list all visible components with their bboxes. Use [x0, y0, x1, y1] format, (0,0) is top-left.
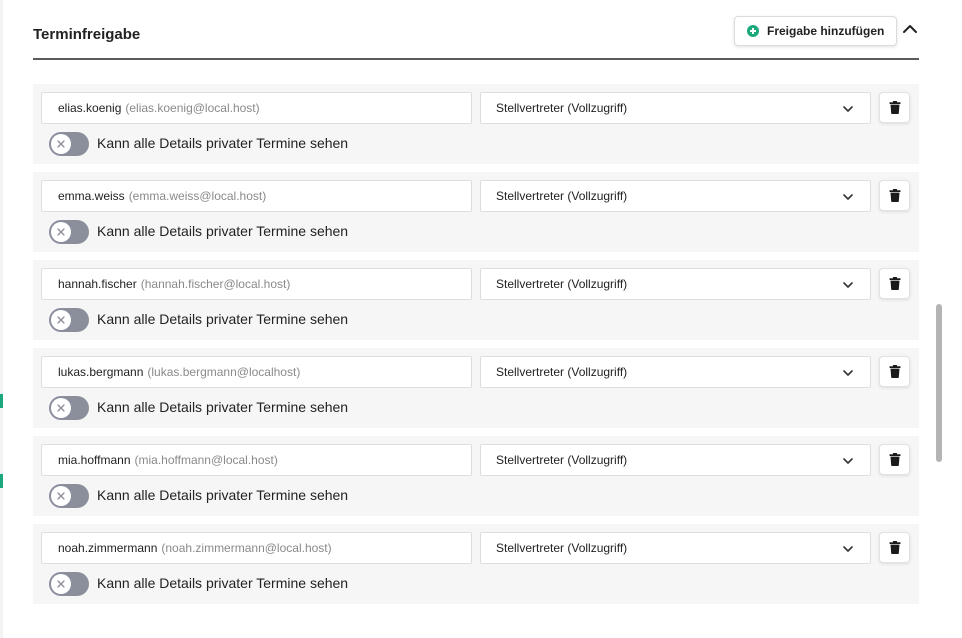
role-select[interactable]: Stellvertreter (Vollzugriff) — [480, 444, 871, 476]
chevron-down-icon — [843, 546, 853, 552]
delete-share-button[interactable] — [879, 356, 910, 387]
user-field[interactable]: emma.weiss (emma.weiss@local.host) — [41, 180, 472, 212]
role-select[interactable]: Stellvertreter (Vollzugriff) — [480, 180, 871, 212]
role-select-value: Stellvertreter (Vollzugriff) — [496, 453, 628, 467]
toggle-knob — [51, 134, 71, 154]
toggle-knob — [51, 222, 71, 242]
plus-circle-icon — [747, 25, 759, 37]
private-details-toggle[interactable] — [49, 484, 89, 508]
private-details-label: Kann alle Details privater Termine sehen — [97, 223, 349, 239]
share-row: noah.zimmermann (noah.zimmermann@local.h… — [33, 524, 919, 604]
user-name: hannah.fischer — [58, 277, 137, 291]
share-row: lukas.bergmann (lukas.bergmann@localhost… — [33, 348, 919, 428]
chevron-down-icon — [843, 370, 853, 376]
private-details-toggle[interactable] — [49, 396, 89, 420]
private-details-label: Kann alle Details privater Termine sehen — [97, 575, 349, 591]
background-panel-edge — [0, 0, 3, 638]
role-select[interactable]: Stellvertreter (Vollzugriff) — [480, 268, 871, 300]
x-icon — [57, 228, 65, 236]
private-details-toggle[interactable] — [49, 572, 89, 596]
delete-share-button[interactable] — [879, 180, 910, 211]
toggle-knob — [51, 574, 71, 594]
trash-icon — [889, 277, 900, 290]
role-select-value: Stellvertreter (Vollzugriff) — [496, 541, 628, 555]
role-select[interactable]: Stellvertreter (Vollzugriff) — [480, 92, 871, 124]
role-select-value: Stellvertreter (Vollzugriff) — [496, 189, 628, 203]
add-share-button[interactable]: Freigabe hinzufügen — [734, 16, 898, 46]
role-select[interactable]: Stellvertreter (Vollzugriff) — [480, 532, 871, 564]
user-email: (lukas.bergmann@localhost) — [147, 365, 301, 379]
collapse-section-button[interactable] — [899, 18, 921, 40]
background-accent-mark — [0, 474, 3, 488]
user-name: lukas.bergmann — [58, 365, 144, 379]
delete-share-button[interactable] — [879, 444, 910, 475]
private-details-label: Kann alle Details privater Termine sehen — [97, 487, 349, 503]
user-field[interactable]: elias.koenig (elias.koenig@local.host) — [41, 92, 472, 124]
trash-icon — [889, 101, 900, 114]
role-select-value: Stellvertreter (Vollzugriff) — [496, 101, 628, 115]
x-icon — [57, 316, 65, 324]
toggle-knob — [51, 310, 71, 330]
x-icon — [57, 140, 65, 148]
toggle-knob — [51, 486, 71, 506]
trash-icon — [889, 453, 900, 466]
chevron-down-icon — [843, 194, 853, 200]
private-details-toggle[interactable] — [49, 308, 89, 332]
role-select[interactable]: Stellvertreter (Vollzugriff) — [480, 356, 871, 388]
toggle-knob — [51, 398, 71, 418]
user-field[interactable]: noah.zimmermann (noah.zimmermann@local.h… — [41, 532, 472, 564]
section-header: Terminfreigabe Freigabe hinzufügen — [33, 14, 919, 60]
role-select-value: Stellvertreter (Vollzugriff) — [496, 277, 628, 291]
user-email: (hannah.fischer@local.host) — [140, 277, 291, 291]
share-list: elias.koenig (elias.koenig@local.host) S… — [33, 84, 919, 612]
user-email: (emma.weiss@local.host) — [128, 189, 267, 203]
user-email: (elias.koenig@local.host) — [125, 101, 260, 115]
user-field[interactable]: hannah.fischer (hannah.fischer@local.hos… — [41, 268, 472, 300]
user-name: elias.koenig — [58, 101, 122, 115]
share-row: emma.weiss (emma.weiss@local.host) Stell… — [33, 172, 919, 252]
trash-icon — [889, 189, 900, 202]
section-title: Terminfreigabe — [33, 26, 141, 43]
chevron-down-icon — [843, 282, 853, 288]
trash-icon — [889, 365, 900, 378]
role-select-value: Stellvertreter (Vollzugriff) — [496, 365, 628, 379]
add-share-label: Freigabe hinzufügen — [767, 24, 885, 38]
trash-icon — [889, 541, 900, 554]
background-accent-mark — [0, 394, 3, 408]
delete-share-button[interactable] — [879, 92, 910, 123]
x-icon — [57, 492, 65, 500]
private-details-toggle[interactable] — [49, 132, 89, 156]
share-row: hannah.fischer (hannah.fischer@local.hos… — [33, 260, 919, 340]
delete-share-button[interactable] — [879, 532, 910, 563]
private-details-label: Kann alle Details privater Termine sehen — [97, 311, 349, 327]
user-name: emma.weiss — [58, 189, 125, 203]
chevron-down-icon — [843, 106, 853, 112]
private-details-toggle[interactable] — [49, 220, 89, 244]
user-name: mia.hoffmann — [58, 453, 131, 467]
share-row: elias.koenig (elias.koenig@local.host) S… — [33, 84, 919, 164]
user-email: (mia.hoffmann@local.host) — [134, 453, 278, 467]
x-icon — [57, 580, 65, 588]
user-name: noah.zimmermann — [58, 541, 158, 555]
private-details-label: Kann alle Details privater Termine sehen — [97, 399, 349, 415]
delete-share-button[interactable] — [879, 268, 910, 299]
x-icon — [57, 404, 65, 412]
scrollbar-thumb[interactable] — [936, 304, 942, 462]
user-field[interactable]: lukas.bergmann (lukas.bergmann@localhost… — [41, 356, 472, 388]
user-field[interactable]: mia.hoffmann (mia.hoffmann@local.host) — [41, 444, 472, 476]
user-email: (noah.zimmermann@local.host) — [161, 541, 332, 555]
share-row: mia.hoffmann (mia.hoffmann@local.host) S… — [33, 436, 919, 516]
private-details-label: Kann alle Details privater Termine sehen — [97, 135, 349, 151]
chevron-up-icon — [903, 25, 917, 33]
chevron-down-icon — [843, 458, 853, 464]
